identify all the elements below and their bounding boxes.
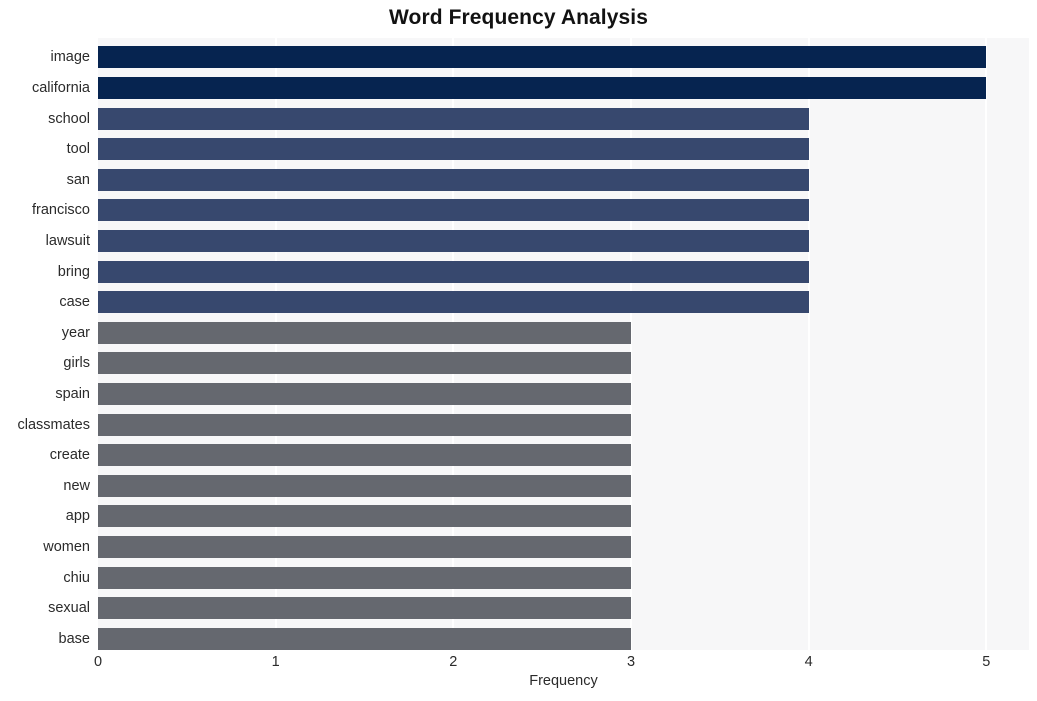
chart-title: Word Frequency Analysis xyxy=(388,6,649,29)
word-frequency-chart: Word Frequency Analysis image california s… xyxy=(0,0,1037,701)
y-axis-tick-label: tool xyxy=(66,141,90,158)
y-axis-tick-label: sexual xyxy=(48,600,90,617)
y-axis-tick-label: san xyxy=(66,171,90,188)
bar xyxy=(98,291,809,314)
bar xyxy=(98,535,631,558)
bar xyxy=(98,321,631,344)
y-axis-tick-label: school xyxy=(48,110,90,127)
bar xyxy=(98,260,809,283)
bar xyxy=(98,505,631,528)
y-axis-tick-labels: image california school tool san francisco law… xyxy=(0,38,90,650)
y-axis-tick-label: girls xyxy=(63,355,90,372)
bar xyxy=(98,76,987,99)
y-axis-tick-label: image xyxy=(50,49,91,66)
y-axis-tick-label: case xyxy=(59,294,90,311)
bar xyxy=(98,352,631,375)
y-axis-tick-label: create xyxy=(49,447,90,464)
y-axis-tick-label: francisco xyxy=(31,202,90,219)
x-axis-tick-label: 2 xyxy=(449,654,458,670)
bar xyxy=(98,444,631,467)
x-axis-label: Frequency xyxy=(529,673,598,689)
y-axis-tick-label: bring xyxy=(57,263,90,280)
y-axis-tick-label: lawsuit xyxy=(45,232,90,249)
bar xyxy=(98,138,809,161)
y-axis-tick-label: year xyxy=(61,324,90,341)
bar xyxy=(98,597,631,620)
x-axis-tick-label: 1 xyxy=(271,654,280,670)
bar xyxy=(98,199,809,222)
bar xyxy=(98,566,631,589)
bar xyxy=(98,474,631,497)
y-axis-tick-label: new xyxy=(63,477,90,494)
x-axis-tick-label: 5 xyxy=(982,654,991,670)
y-axis-tick-label: app xyxy=(65,508,90,525)
plot-area xyxy=(98,38,1029,650)
bar xyxy=(98,413,631,436)
y-axis-tick-label: chiu xyxy=(63,569,90,586)
bar xyxy=(98,382,631,405)
bar xyxy=(98,107,809,130)
y-axis-tick-label: spain xyxy=(55,385,90,402)
bar xyxy=(98,168,809,191)
y-axis-tick-label: california xyxy=(31,79,90,96)
y-axis-tick-label: classmates xyxy=(17,416,90,433)
x-axis-tick-label: 0 xyxy=(93,654,103,670)
bar-series xyxy=(98,38,1029,650)
x-axis-tick-label: 4 xyxy=(804,654,813,670)
x-axis-tick-label: 3 xyxy=(626,654,636,670)
bar xyxy=(98,229,809,252)
y-axis-tick-label: women xyxy=(43,538,90,555)
y-axis-tick-label: base xyxy=(58,630,90,647)
bar xyxy=(98,46,987,69)
bar xyxy=(98,627,631,650)
